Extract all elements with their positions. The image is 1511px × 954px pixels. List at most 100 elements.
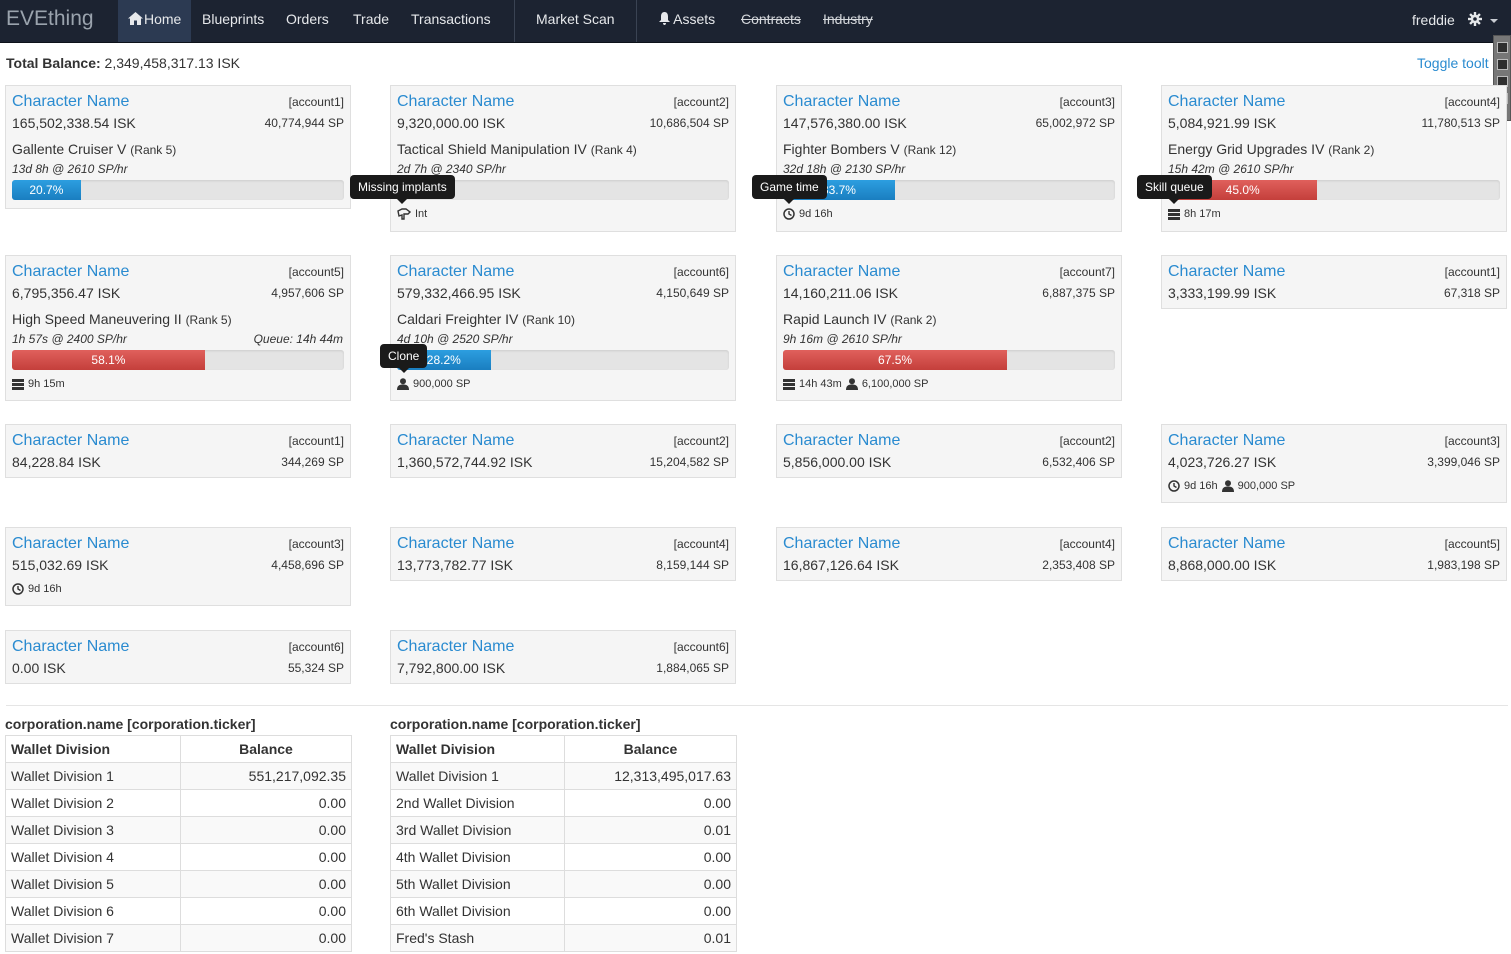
character-name-link[interactable]: Character Name [12, 263, 129, 281]
nav-orders[interactable]: Orders [276, 0, 339, 42]
character-name-link[interactable]: Character Name [1168, 93, 1285, 111]
queue-icon[interactable] [1168, 208, 1180, 220]
division-name: 6th Wallet Division [390, 897, 565, 925]
total-balance: Total Balance: 2,349,458,317.13 ISK [6, 55, 240, 71]
character-name-link[interactable]: Character Name [783, 432, 900, 450]
account-label: [account1] [1444, 265, 1500, 279]
nav-contracts[interactable]: Contracts [731, 0, 811, 42]
toggle-tooltips-link[interactable]: Toggle toolt [1417, 55, 1489, 71]
skill-points: 15,204,582 SP [649, 455, 729, 469]
nav-home[interactable]: Home [118, 0, 191, 42]
nav-industry[interactable]: Industry [813, 0, 883, 42]
division-name: Wallet Division 2 [5, 789, 181, 817]
character-name-link[interactable]: Character Name [397, 535, 514, 553]
nav-trade[interactable]: Trade [343, 0, 399, 42]
status-row: 900,000 SP [397, 378, 471, 390]
skill-points: 65,002,972 SP [1035, 116, 1115, 130]
division-balance: 0.00 [180, 870, 352, 898]
skill-rank: (Rank 10) [522, 313, 575, 327]
character-card: Character Name [account4] 16,867,126.64 … [776, 527, 1122, 581]
clone-icon[interactable] [397, 378, 409, 390]
nav-blueprints[interactable]: Blueprints [192, 0, 274, 42]
division-name: Wallet Division 5 [5, 870, 181, 898]
user-menu[interactable]: freddie [1412, 0, 1455, 42]
skill-points: 3,399,046 SP [1427, 455, 1500, 469]
character-name-link[interactable]: Character Name [397, 432, 514, 450]
brand-logo[interactable]: EVEthing [6, 7, 94, 31]
character-name-link[interactable]: Character Name [1168, 263, 1285, 281]
progress-fill: 67.5% [783, 350, 1008, 370]
status-text: 14h 43m [799, 378, 842, 390]
clock-icon[interactable] [783, 208, 795, 220]
division-balance: 0.00 [180, 816, 352, 844]
table-row: 5th Wallet Division 0.00 [390, 870, 737, 898]
character-name-link[interactable]: Character Name [397, 263, 514, 281]
table-row: Wallet Division 6 0.00 [5, 897, 352, 925]
status-text: 9d 16h [1184, 480, 1218, 492]
character-name-link[interactable]: Character Name [1168, 432, 1285, 450]
gear-icon[interactable] [1468, 12, 1482, 26]
skill-rank: (Rank 2) [1328, 143, 1375, 157]
account-label: [account6] [673, 265, 729, 279]
account-label: [account6] [288, 640, 344, 654]
account-label: [account2] [673, 434, 729, 448]
character-name-link[interactable]: Character Name [12, 535, 129, 553]
character-name-link[interactable]: Character Name [12, 432, 129, 450]
division-balance: 0.00 [564, 789, 737, 817]
progress-fill: 20.7% [12, 180, 81, 200]
character-name-link[interactable]: Character Name [1168, 535, 1285, 553]
nav-market-scan[interactable]: Market Scan [526, 0, 625, 42]
status-text: 9h 15m [28, 378, 65, 390]
character-name-link[interactable]: Character Name [783, 535, 900, 553]
account-label: [account7] [1059, 265, 1115, 279]
status-text: Int [415, 208, 428, 220]
wallet-balance: 4,023,726.27 ISK [1168, 454, 1277, 470]
table-row: 4th Wallet Division 0.00 [390, 843, 737, 871]
character-name-link[interactable]: Character Name [783, 93, 900, 111]
section-divider [6, 705, 1508, 706]
top-navbar: EVEthing Home Blueprints Orders Trade Tr… [0, 0, 1511, 43]
account-label: [account1] [288, 434, 344, 448]
bell-icon [659, 12, 670, 25]
character-card: Character Name [account5] 6,795,356.47 I… [5, 255, 351, 401]
training-skill: Fighter Bombers V (Rank 12) [783, 141, 956, 157]
queue-icon[interactable] [12, 378, 24, 390]
implant-icon[interactable] [397, 208, 411, 220]
character-name-link[interactable]: Character Name [783, 263, 900, 281]
clock-icon[interactable] [1168, 480, 1180, 492]
character-card: Character Name [account2] 9,320,000.00 I… [390, 85, 736, 232]
character-name-link[interactable]: Character Name [397, 93, 514, 111]
skill-points: 55,324 SP [287, 661, 344, 675]
training-progress-bar: 20.7% [12, 180, 344, 200]
table-row: Wallet Division 4 0.00 [5, 843, 352, 871]
wallet-balance: 16,867,126.64 ISK [783, 557, 899, 573]
skill-name: Caldari Freighter IV [397, 311, 519, 327]
nav-transactions[interactable]: Transactions [401, 0, 501, 42]
status-row: 9d 16h [783, 208, 833, 220]
skill-rank: (Rank 4) [590, 143, 637, 157]
clone-icon[interactable] [1221, 480, 1234, 492]
account-label: [account3] [1059, 95, 1115, 109]
chevron-down-icon[interactable] [1490, 19, 1498, 23]
clone-icon[interactable] [845, 378, 858, 390]
nav-assets[interactable]: Assets [649, 0, 725, 42]
division-balance: 551,217,092.35 [180, 762, 352, 790]
wallet-balance: 515,032.69 ISK [12, 557, 109, 573]
account-label: [account6] [673, 640, 729, 654]
character-name-link[interactable]: Character Name [397, 638, 514, 656]
character-card: Character Name [account4] 5,084,921.99 I… [1161, 85, 1507, 232]
queue-length: Queue: 14h 44m [253, 332, 343, 346]
account-label: [account4] [1444, 95, 1500, 109]
character-name-link[interactable]: Character Name [12, 93, 129, 111]
wallet-balance: 5,856,000.00 ISK [783, 454, 892, 470]
queue-icon[interactable] [783, 378, 795, 390]
status-text: 8h 17m [1184, 208, 1221, 220]
status-row: 8h 17m [1168, 208, 1221, 220]
skill-rank: (Rank 5) [185, 313, 232, 327]
clock-icon[interactable] [12, 583, 24, 595]
skill-rank: (Rank 12) [903, 143, 957, 157]
character-card: Character Name [account2] 5,856,000.00 I… [776, 424, 1122, 478]
wallet-balance: 8,868,000.00 ISK [1168, 557, 1277, 573]
character-name-link[interactable]: Character Name [12, 638, 129, 656]
nav-divider [636, 0, 637, 42]
